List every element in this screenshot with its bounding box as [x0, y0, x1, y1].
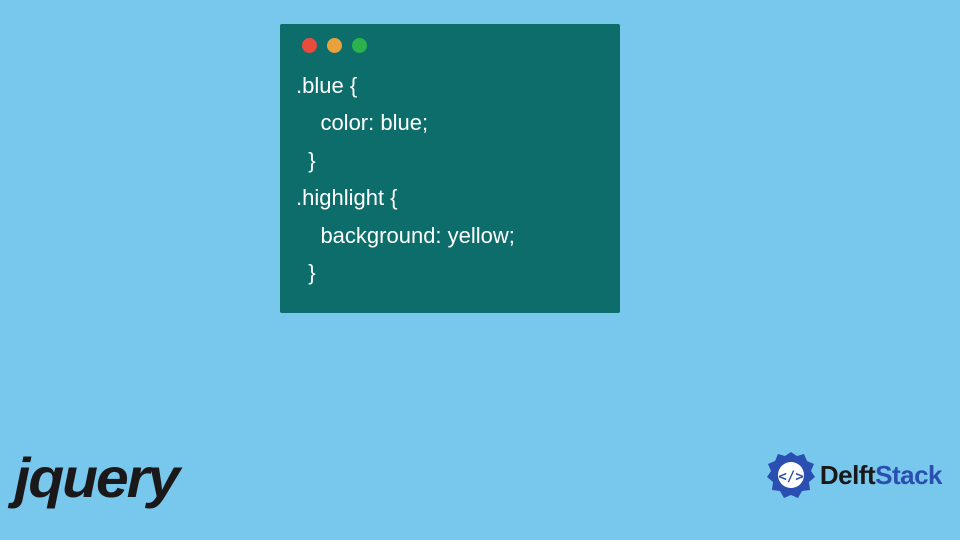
delftstack-prefix: Delft [820, 460, 875, 490]
close-icon [302, 38, 317, 53]
maximize-icon [352, 38, 367, 53]
jquery-logo-text: jQuery [14, 446, 178, 509]
code-content: .blue { color: blue; } .highlight { back… [296, 67, 604, 291]
delftstack-logo: </> DelftStack [766, 450, 942, 500]
svg-text:</>: </> [778, 469, 803, 485]
window-traffic-lights [302, 38, 604, 53]
delftstack-text: DelftStack [820, 460, 942, 491]
delftstack-suffix: Stack [875, 460, 942, 490]
minimize-icon [327, 38, 342, 53]
delftstack-gear-icon: </> [766, 450, 816, 500]
code-window: .blue { color: blue; } .highlight { back… [280, 24, 620, 313]
jquery-logo: jQuery [14, 445, 178, 510]
